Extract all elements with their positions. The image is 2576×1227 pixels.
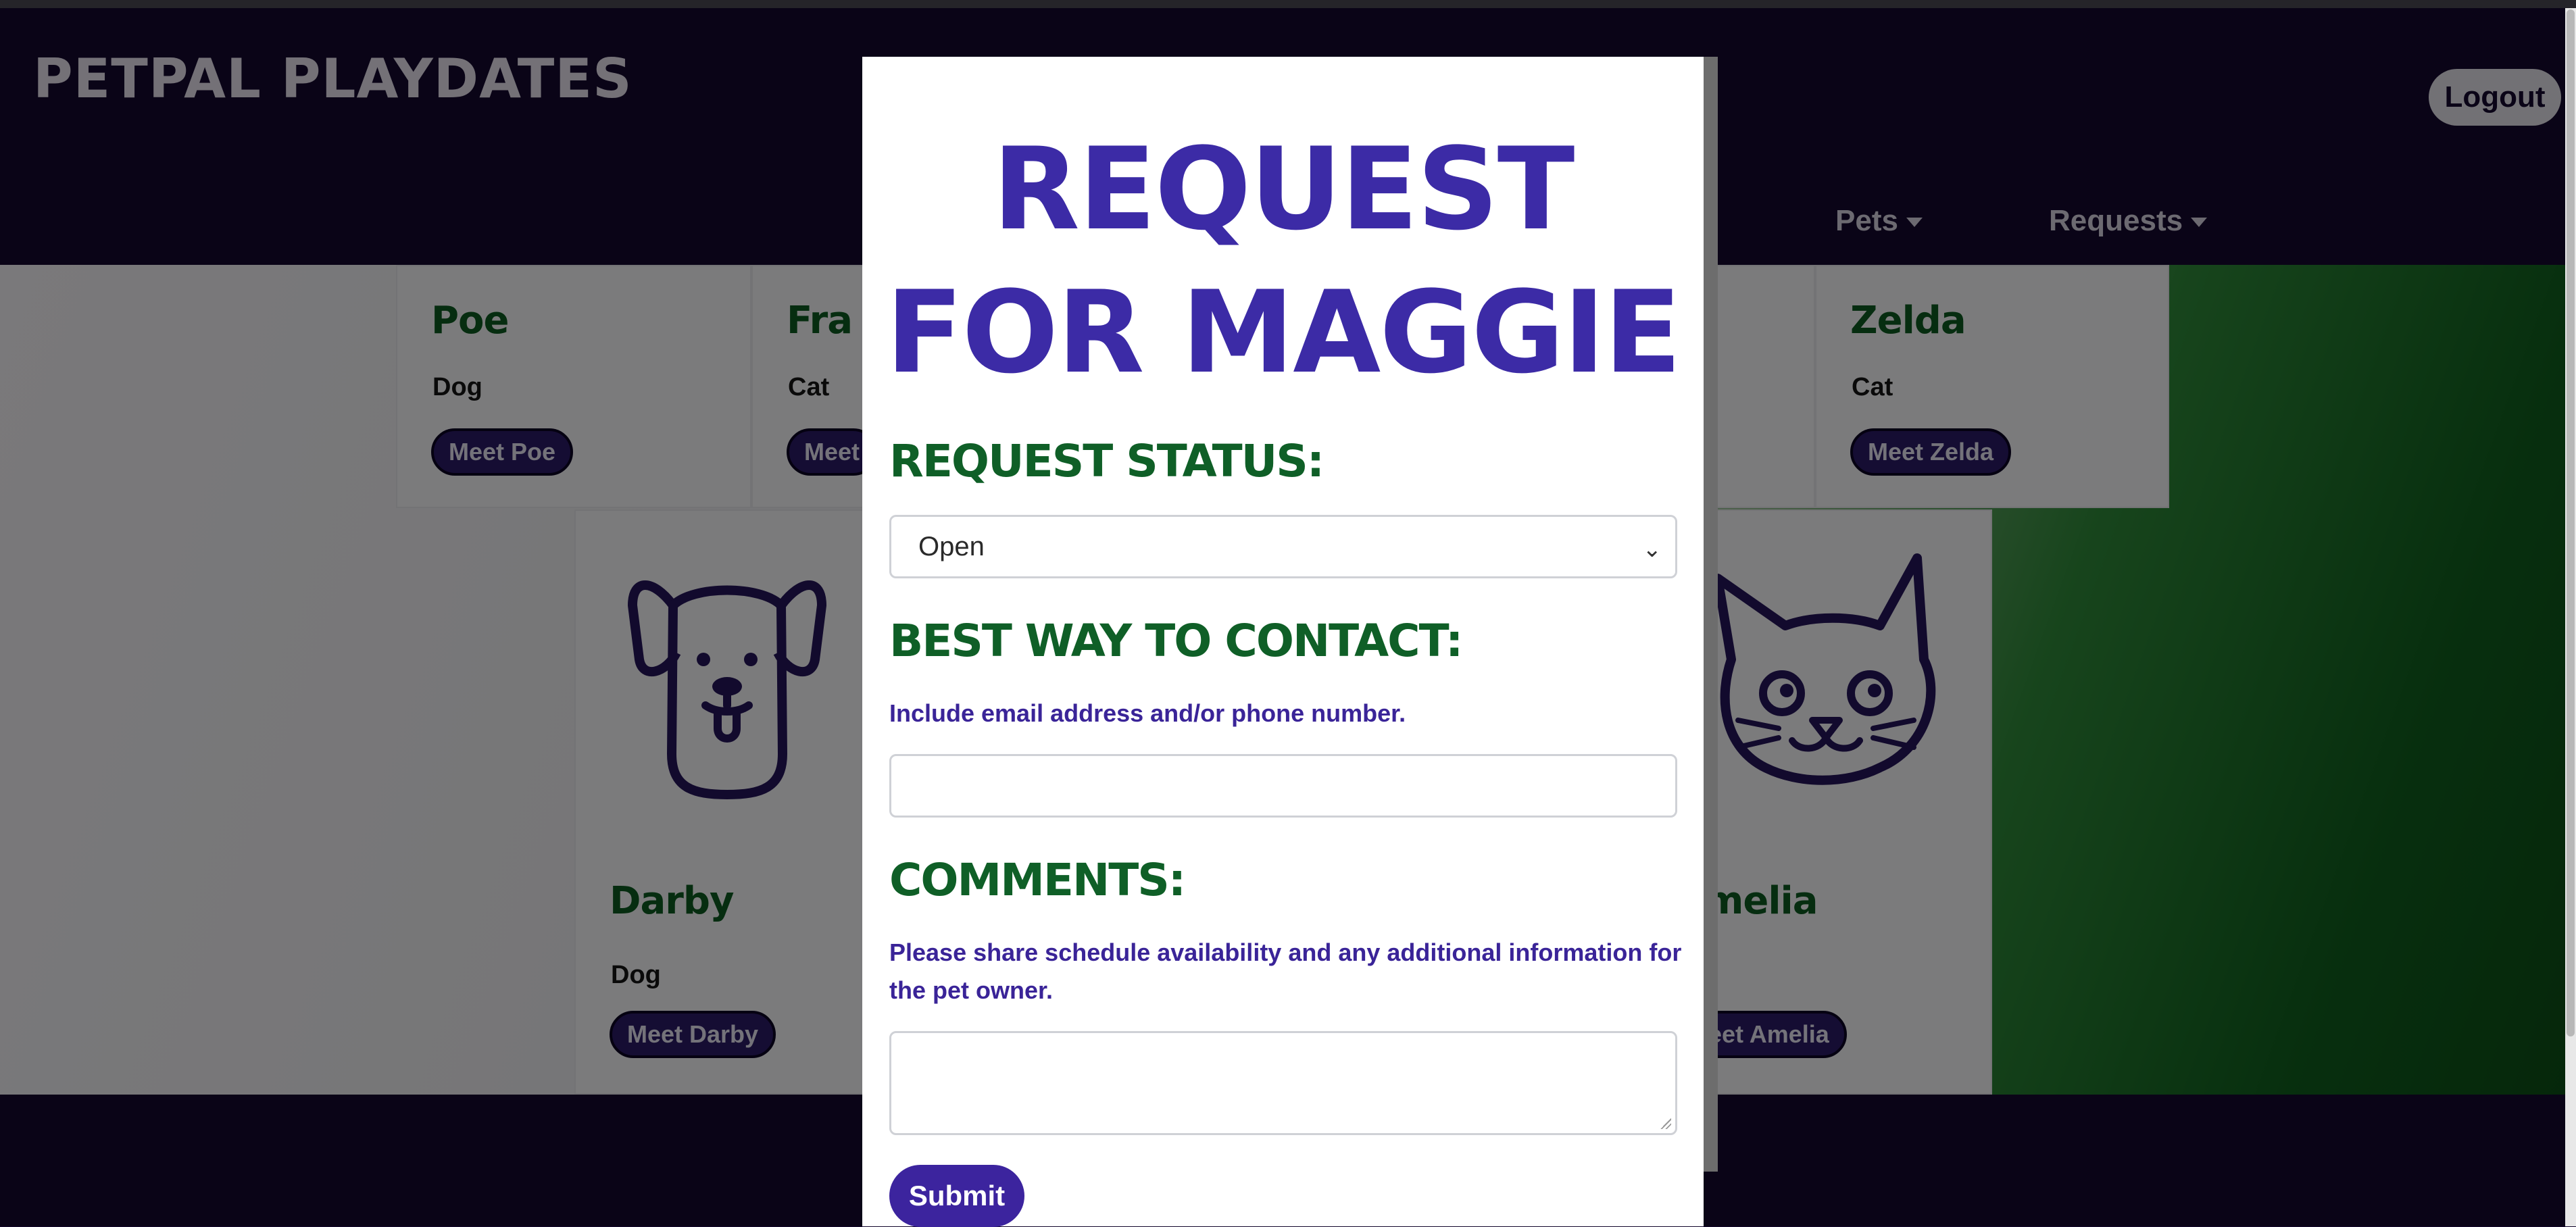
contact-hint: Include email address and/or phone numbe… [889, 699, 1406, 727]
contact-input[interactable] [889, 754, 1677, 818]
modal-title: Request for Maggie [885, 123, 1682, 399]
request-status-select[interactable]: Open ⌄ [889, 515, 1677, 578]
comments-heading: Comments: [889, 854, 1186, 906]
request-modal: Request for Maggie Request Status: Open … [862, 57, 1704, 1227]
resize-handle-icon[interactable] [1660, 1118, 1671, 1129]
submit-button[interactable]: Submit [889, 1165, 1024, 1227]
request-status-value: Open [918, 531, 985, 561]
scrollbar-thumb[interactable] [2567, 9, 2575, 1036]
comments-hint: Please share schedule availability and a… [889, 938, 1682, 1004]
contact-heading: Best way to contact: [889, 615, 1463, 667]
comments-textarea[interactable] [889, 1031, 1677, 1135]
chevron-down-icon: ⌄ [1642, 536, 1662, 562]
request-status-heading: Request Status: [889, 435, 1324, 487]
